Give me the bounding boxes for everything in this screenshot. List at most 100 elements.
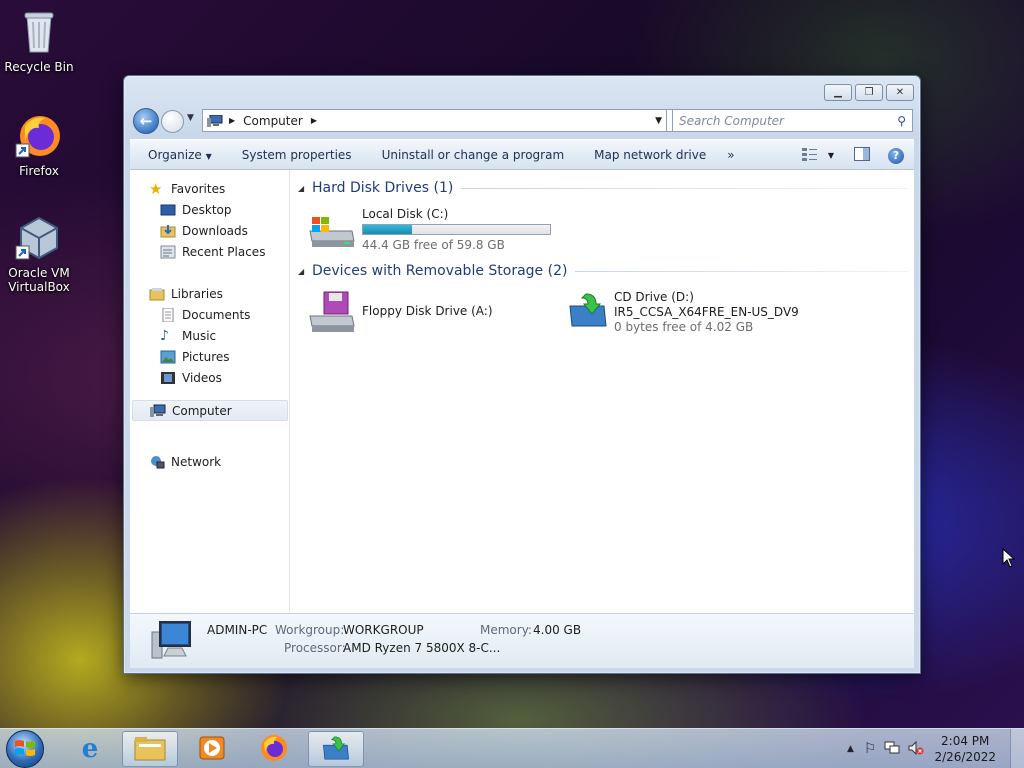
help-icon: ? xyxy=(888,147,904,164)
search-input[interactable]: Search Computer xyxy=(679,114,784,128)
memory-value: 4.00 GB xyxy=(533,623,582,637)
navigation-pane: ★ Favorites Desktop Downloads Recent Pla… xyxy=(130,170,290,613)
forward-button[interactable] xyxy=(161,110,184,133)
change-view-button[interactable]: ▼ xyxy=(801,147,834,164)
star-icon: ★ xyxy=(149,180,163,198)
organize-label: Organize xyxy=(148,147,202,162)
computer-icon xyxy=(148,620,194,663)
maximize-icon: ❐ xyxy=(864,87,874,98)
mouse-cursor-icon xyxy=(1002,547,1016,571)
nav-favorites[interactable]: ★ Favorites xyxy=(149,179,225,199)
breadcrumb-computer[interactable]: Computer xyxy=(243,114,303,128)
navigation-bar: ← ▼ ▶ Computer ▶ ▼ ⇆ Search Computer ⚲ xyxy=(130,107,914,135)
preview-pane-button[interactable] xyxy=(854,147,870,164)
drive-usage-bar xyxy=(362,224,551,235)
network-icon xyxy=(149,455,165,469)
breadcrumb-separator-icon[interactable]: ▶ xyxy=(311,116,317,125)
nav-label: Recent Places xyxy=(182,245,266,259)
processor-value: AMD Ryzen 7 5800X 8-C... xyxy=(343,641,501,655)
nav-desktop[interactable]: Desktop xyxy=(160,200,232,220)
back-button[interactable]: ← xyxy=(133,108,159,134)
desktop-icon-label: Firefox xyxy=(19,164,59,178)
address-bar[interactable]: ▶ Computer ▶ ▼ xyxy=(202,109,667,132)
chevron-down-icon: ▼ xyxy=(827,151,834,160)
chevron-down-icon: ▼ xyxy=(205,151,212,161)
desktop-icon-recycle-bin[interactable]: Recycle Bin xyxy=(0,8,79,74)
pc-name: ADMIN-PC xyxy=(207,623,268,637)
help-button[interactable]: ? xyxy=(888,147,904,164)
desktop-icon-virtualbox[interactable]: Oracle VM VirtualBox xyxy=(0,214,79,294)
group-title: Hard Disk Drives (1) xyxy=(312,180,454,196)
preview-pane-icon xyxy=(854,147,870,164)
drive-floppy-a[interactable]: Floppy Disk Drive (A:) xyxy=(308,290,493,337)
taskbar-windows-explorer[interactable] xyxy=(122,731,178,767)
computer-icon xyxy=(150,404,166,418)
minimize-icon: ▁ xyxy=(834,87,842,98)
nav-downloads[interactable]: Downloads xyxy=(160,221,248,241)
nav-documents[interactable]: Documents xyxy=(160,305,250,325)
taskbar-internet-explorer[interactable]: e xyxy=(62,731,118,767)
recent-places-icon xyxy=(160,245,176,259)
virtualbox-icon xyxy=(15,214,63,262)
memory-label: Memory: xyxy=(480,623,532,637)
taskbar-cd-autoplay[interactable] xyxy=(308,731,364,767)
nav-computer[interactable]: Computer xyxy=(132,400,288,421)
more-commands-button[interactable]: » xyxy=(721,148,749,162)
close-button[interactable]: ✕ xyxy=(886,84,914,101)
search-icon[interactable]: ⚲ xyxy=(897,114,906,128)
clock-date: 2/26/2022 xyxy=(934,750,996,764)
computer-icon xyxy=(207,114,223,127)
hard-drive-icon xyxy=(308,217,356,253)
drive-free-space: 0 bytes free of 4.02 GB xyxy=(614,320,754,334)
videos-icon xyxy=(160,371,176,385)
processor-label: Processor: xyxy=(284,641,346,655)
maximize-button[interactable]: ❐ xyxy=(855,84,883,101)
minimize-button[interactable]: ▁ xyxy=(824,84,852,101)
media-player-icon xyxy=(198,734,226,765)
drive-name: Local Disk (C:) xyxy=(362,207,449,221)
drive-cd-d[interactable]: CD Drive (D:) IR5_CCSA_X64FRE_EN-US_DV9 … xyxy=(568,290,799,335)
uninstall-program-button[interactable]: Uninstall or change a program xyxy=(367,148,580,162)
content-area: ★ Favorites Desktop Downloads Recent Pla… xyxy=(130,170,914,613)
taskbar: e ▲ ⚐ 2:04 PM 2/26/2022 xyxy=(0,728,1024,768)
nav-music[interactable]: ♪ Music xyxy=(160,326,216,346)
start-button[interactable] xyxy=(6,730,44,768)
firefox-icon xyxy=(259,733,289,766)
back-arrow-icon: ← xyxy=(139,112,153,130)
taskbar-media-player[interactable] xyxy=(184,731,240,767)
map-network-drive-button[interactable]: Map network drive xyxy=(579,148,721,162)
desktop-icon-label: Oracle VM VirtualBox xyxy=(8,266,70,294)
desktop-icon-firefox[interactable]: Firefox xyxy=(0,112,79,178)
downloads-folder-icon xyxy=(160,224,176,238)
organize-menu[interactable]: Organize ▼ xyxy=(130,148,227,162)
nav-label: Documents xyxy=(182,308,251,322)
search-box[interactable]: Search Computer ⚲ xyxy=(672,109,913,132)
nav-libraries[interactable]: Libraries xyxy=(149,284,223,304)
address-dropdown-icon[interactable]: ▼ xyxy=(655,116,662,126)
nav-videos[interactable]: Videos xyxy=(160,368,222,388)
system-properties-button[interactable]: System properties xyxy=(227,148,367,162)
nav-pictures[interactable]: Pictures xyxy=(160,347,230,367)
show-desktop-button[interactable] xyxy=(1010,729,1024,768)
group-header-removable-storage[interactable]: ◢ Devices with Removable Storage (2) xyxy=(298,263,908,279)
volume-muted-icon[interactable] xyxy=(908,740,924,758)
view-icon xyxy=(801,147,818,164)
drive-name: CD Drive (D:) xyxy=(614,290,694,304)
breadcrumb-separator-icon[interactable]: ▶ xyxy=(229,116,235,125)
system-clock[interactable]: 2:04 PM 2/26/2022 xyxy=(934,733,996,765)
libraries-icon xyxy=(149,287,165,301)
action-center-flag-icon[interactable]: ⚐ xyxy=(864,741,877,757)
taskbar-firefox[interactable] xyxy=(246,731,302,767)
network-tray-icon[interactable] xyxy=(884,741,900,758)
desktop-folder-icon xyxy=(160,203,176,217)
show-hidden-icons-button[interactable]: ▲ xyxy=(847,744,854,754)
collapse-icon: ◢ xyxy=(298,266,305,276)
recent-pages-dropdown[interactable]: ▼ xyxy=(187,113,194,123)
drives-view: ◢ Hard Disk Drives (1) Local Disk (C:) 4… xyxy=(290,170,914,613)
nav-recent-places[interactable]: Recent Places xyxy=(160,242,265,262)
group-header-hard-disk-drives[interactable]: ◢ Hard Disk Drives (1) xyxy=(298,180,908,196)
drive-local-disk-c[interactable]: Local Disk (C:) 44.4 GB free of 59.8 GB xyxy=(308,207,551,253)
command-bar: Organize ▼ System properties Uninstall o… xyxy=(130,139,914,170)
music-icon: ♪ xyxy=(160,328,169,344)
nav-network[interactable]: Network xyxy=(149,452,221,472)
